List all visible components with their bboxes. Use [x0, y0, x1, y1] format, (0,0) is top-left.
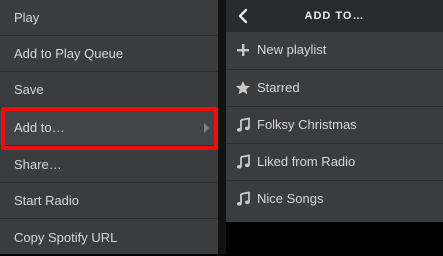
music-note-icon — [236, 154, 250, 169]
menu-item-play[interactable]: Play — [0, 0, 218, 36]
submenu-item-starred[interactable]: Starred — [226, 69, 443, 106]
menu-item-share[interactable]: Share… — [0, 147, 218, 183]
star-icon — [236, 81, 250, 95]
plus-icon — [237, 44, 249, 56]
submenu-item-playlist[interactable]: Folksy Christmas — [226, 106, 443, 143]
highlight-annotation — [1, 107, 218, 150]
submenu-item-label: Nice Songs — [257, 191, 324, 206]
add-to-submenu: ADD TO… New playlist Starred Folksy Chri… — [226, 0, 443, 222]
submenu-item-playlist[interactable]: Liked from Radio — [226, 143, 443, 180]
menu-item-save[interactable]: Save — [0, 72, 218, 108]
submenu-item-playlist[interactable]: Nice Songs — [226, 180, 443, 217]
menu-gutter — [218, 0, 226, 254]
menu-item-label: Start Radio — [14, 193, 80, 208]
submenu-title: ADD TO… — [304, 10, 365, 22]
submenu-item-label: Starred — [257, 80, 300, 95]
submenu-header: ADD TO… — [226, 0, 443, 32]
menu-item-label: Save — [14, 82, 44, 97]
menu-item-label: Copy Spotify URL — [14, 230, 118, 245]
music-note-icon — [236, 191, 250, 206]
menu-item-label: Play — [14, 10, 40, 25]
music-note-icon — [236, 117, 250, 132]
submenu-item-label: Liked from Radio — [257, 154, 356, 169]
context-menu: Play Add to Play Queue Save Add to… Shar… — [0, 0, 220, 254]
menu-item-label: Add to Play Queue — [14, 46, 124, 61]
menu-item-start-radio[interactable]: Start Radio — [0, 183, 218, 219]
submenu-item-new-playlist[interactable]: New playlist — [226, 32, 443, 69]
submenu-item-label: New playlist — [257, 42, 327, 57]
menu-item-copy-spotify-url[interactable]: Copy Spotify URL — [0, 220, 218, 256]
menu-item-label: Share… — [14, 157, 62, 172]
menu-item-add-to-play-queue[interactable]: Add to Play Queue — [0, 36, 218, 72]
submenu-item-label: Folksy Christmas — [257, 117, 357, 132]
